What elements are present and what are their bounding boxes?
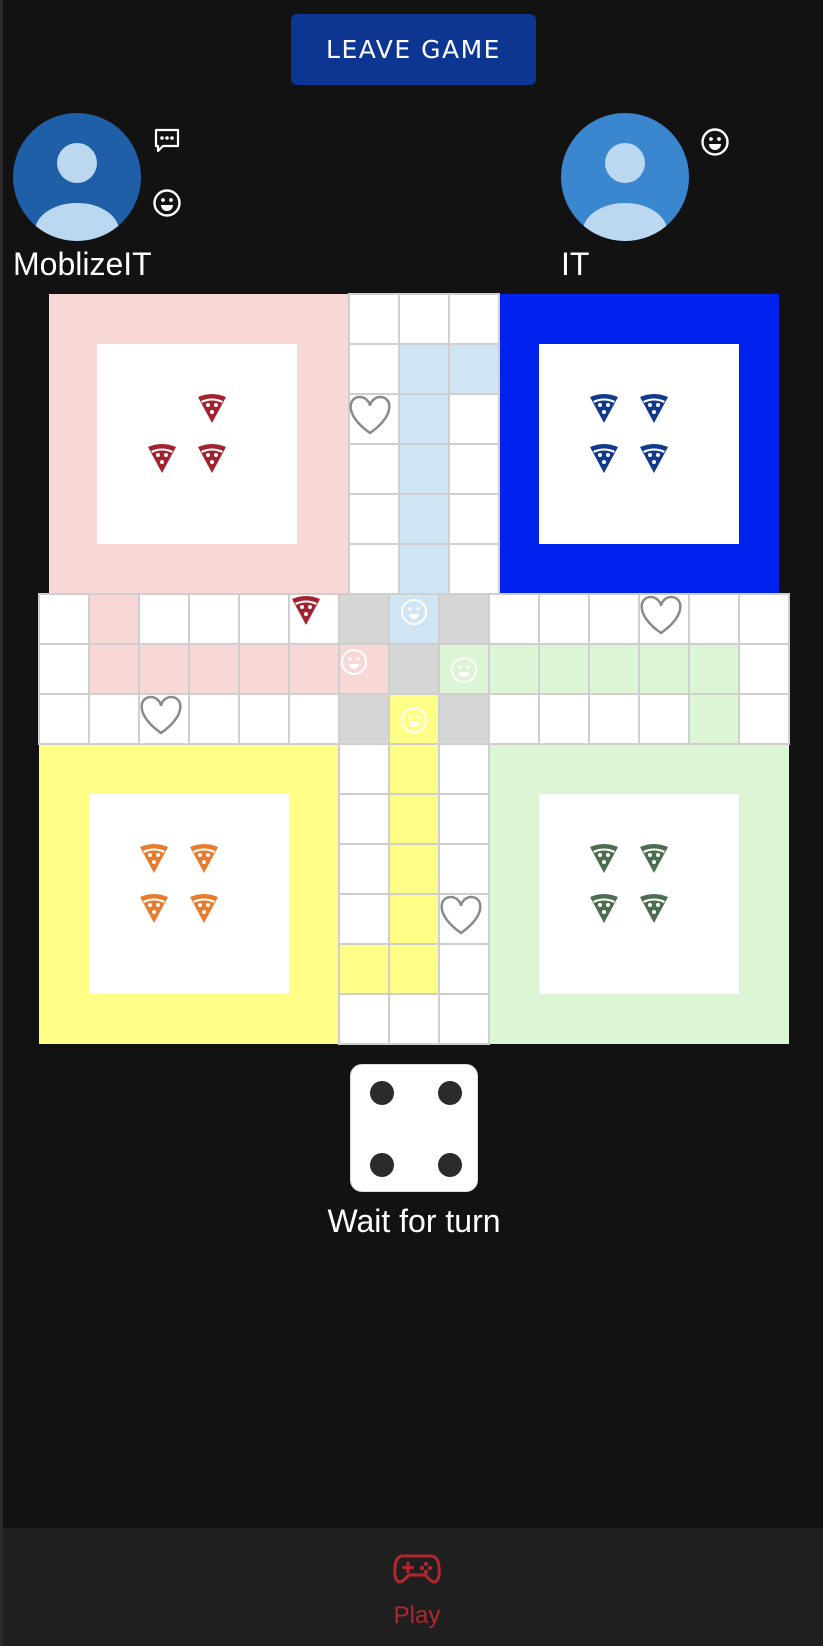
bottom-navigation: Play — [3, 1528, 823, 1646]
yellow-track-cell — [388, 893, 440, 945]
track-cell — [388, 993, 440, 1045]
center-cell — [388, 693, 440, 745]
blue-track-cell — [448, 343, 500, 395]
track-cell — [348, 343, 400, 395]
track-cell — [448, 443, 500, 495]
track-cell — [348, 543, 400, 595]
track-cell — [38, 593, 90, 645]
center-cell — [438, 593, 490, 645]
track-cell — [448, 393, 500, 445]
track-cell — [398, 293, 450, 345]
green-track-cell — [638, 643, 690, 695]
turn-status: Wait for turn — [327, 1203, 501, 1239]
track-cell — [338, 893, 390, 945]
track-cell — [438, 843, 490, 895]
track-cell — [738, 693, 790, 745]
track-cell — [338, 743, 390, 795]
track-cell — [538, 693, 590, 745]
track-cell — [688, 593, 740, 645]
dice-pip — [370, 1081, 394, 1105]
track-cell — [238, 693, 290, 745]
track-cell — [238, 593, 290, 645]
yellow-track-cell — [388, 743, 440, 795]
track-cell — [438, 993, 490, 1045]
green-track-cell — [688, 643, 740, 695]
nav-play[interactable]: Play — [363, 1538, 471, 1638]
track-cell — [738, 593, 790, 645]
nav-play-label: Play — [393, 1602, 441, 1629]
green-track-cell — [488, 643, 540, 695]
blue-track-cell — [398, 543, 450, 595]
track-cell — [348, 493, 400, 545]
track-cell — [588, 693, 640, 745]
track-cell — [448, 293, 500, 345]
track-cell — [348, 443, 400, 495]
track-cell — [738, 643, 790, 695]
track-cell — [438, 793, 490, 845]
blue-track-cell — [398, 393, 450, 445]
track-cell — [438, 943, 490, 995]
dice-pip — [438, 1153, 462, 1177]
yellow-track-cell — [338, 943, 390, 995]
track-cell — [188, 593, 240, 645]
green-track-cell — [538, 643, 590, 695]
red-home-inner — [97, 344, 297, 544]
yellow-home-inner — [89, 794, 289, 994]
center-cell — [338, 693, 390, 745]
track-cell — [38, 693, 90, 745]
track-cell — [338, 793, 390, 845]
green-track-cell — [688, 693, 740, 745]
green-home-inner — [539, 794, 739, 994]
green-track-cell — [588, 643, 640, 695]
yellow-track-cell — [388, 793, 440, 845]
track-cell — [188, 693, 240, 745]
track-cell — [448, 493, 500, 545]
track-cell — [338, 993, 390, 1045]
track-cell — [348, 293, 400, 345]
red-track-cell — [88, 643, 140, 695]
blue-track-cell — [398, 343, 450, 395]
red-track-cell — [288, 643, 340, 695]
yellow-track-cell — [388, 843, 440, 895]
red-track-cell — [188, 643, 240, 695]
red-track-cell — [138, 643, 190, 695]
blue-home-inner — [539, 344, 739, 544]
track-cell — [38, 643, 90, 695]
red-track-cell — [88, 593, 140, 645]
ludo-board — [38, 293, 790, 1045]
track-cell — [448, 543, 500, 595]
center-cell — [388, 643, 440, 695]
track-cell — [288, 693, 340, 745]
blue-track-cell — [398, 443, 450, 495]
blue-track-cell — [398, 493, 450, 545]
center-cell — [438, 693, 490, 745]
red-track-cell — [238, 643, 290, 695]
track-cell — [638, 693, 690, 745]
yellow-track-cell — [388, 943, 440, 995]
track-cell — [138, 593, 190, 645]
track-cell — [538, 593, 590, 645]
track-cell — [438, 743, 490, 795]
center-cell — [438, 643, 490, 695]
dice[interactable] — [350, 1064, 478, 1192]
dice-pip — [438, 1081, 462, 1105]
gamepad-icon — [393, 1554, 441, 1584]
center-cell — [338, 593, 390, 645]
track-cell — [588, 593, 640, 645]
track-cell — [488, 593, 540, 645]
track-cell — [88, 693, 140, 745]
track-cell — [488, 693, 540, 745]
dice-pip — [370, 1153, 394, 1177]
track-cell — [338, 843, 390, 895]
